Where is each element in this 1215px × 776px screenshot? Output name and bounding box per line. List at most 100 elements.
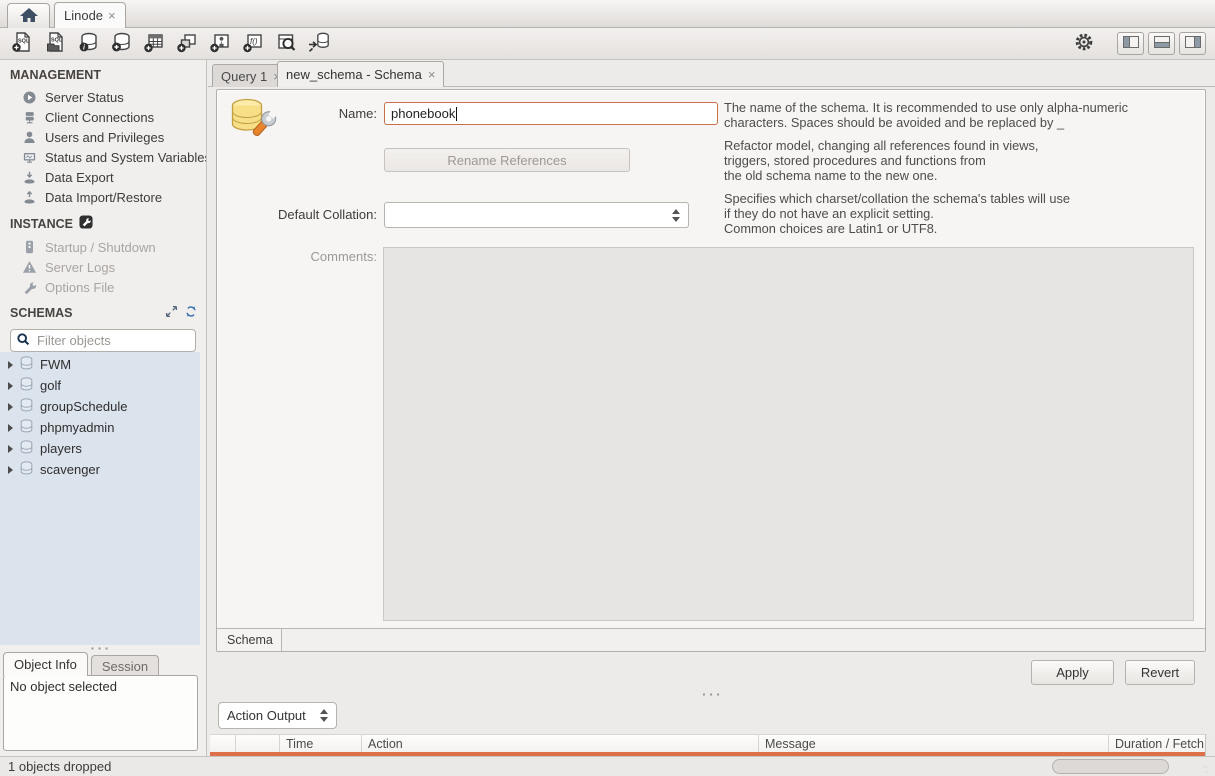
preferences-button[interactable] xyxy=(1069,31,1099,57)
column-status[interactable] xyxy=(210,735,236,752)
tab-new-schema[interactable]: new_schema - Schema × xyxy=(277,61,444,87)
sidebar-item-data-export[interactable]: Data Export xyxy=(0,167,206,187)
data-import-icon xyxy=(21,189,37,205)
schema-name-input[interactable]: phonebook xyxy=(384,102,718,125)
svg-text:f(): f() xyxy=(250,37,258,46)
editor-bottom-tabstrip: Schema xyxy=(217,628,1205,651)
new-sql-tab-button[interactable]: SQL xyxy=(5,30,38,58)
open-sql-script-button[interactable]: SQL xyxy=(38,30,71,58)
column-action[interactable]: Action xyxy=(362,735,759,752)
name-label: Name: xyxy=(217,106,377,121)
data-export-icon xyxy=(21,169,37,185)
reconnect-database-icon xyxy=(307,31,331,56)
sidebar-item-client-connections[interactable]: Client Connections xyxy=(0,107,206,127)
sidebar-item-server-logs[interactable]: Server Logs xyxy=(0,257,206,277)
expander-icon[interactable] xyxy=(8,403,13,411)
statusbar: 1 objects dropped ∙∙ ∙ xyxy=(0,756,1215,776)
create-schema-button[interactable] xyxy=(104,30,137,58)
apply-button[interactable]: Apply xyxy=(1031,660,1114,685)
toggle-bottom-panel-button[interactable] xyxy=(1148,32,1175,55)
svg-text:SQL: SQL xyxy=(18,39,30,45)
column-message[interactable]: Message xyxy=(759,735,1109,752)
output-vertical-scrollbar[interactable] xyxy=(1205,734,1215,756)
schema-inspector-button[interactable]: i xyxy=(71,30,104,58)
action-output-header: Time Action Message Duration / Fetch xyxy=(210,734,1205,752)
object-info-panel: No object selected xyxy=(3,675,198,751)
database-icon xyxy=(20,356,33,373)
schema-tree-item-phpmyadmin[interactable]: phpmyadmin xyxy=(0,417,200,438)
tab-object-info[interactable]: Object Info xyxy=(3,652,88,676)
sidebar-item-startup-shutdown[interactable]: Startup / Shutdown xyxy=(0,237,206,257)
client-connections-icon xyxy=(21,109,37,125)
tab-session[interactable]: Session xyxy=(91,655,159,676)
create-function-button[interactable]: f() xyxy=(236,30,269,58)
create-view-button[interactable] xyxy=(170,30,203,58)
expand-schemas-icon[interactable] xyxy=(165,305,178,321)
database-icon xyxy=(20,419,33,436)
close-icon[interactable]: × xyxy=(108,9,116,22)
refresh-schemas-icon[interactable] xyxy=(184,305,198,321)
column-duration[interactable]: Duration / Fetch xyxy=(1109,735,1205,752)
action-output-selector[interactable]: Action Output xyxy=(218,702,337,729)
tab-schema[interactable]: Schema xyxy=(217,629,282,651)
management-section-title: MANAGEMENT xyxy=(0,60,206,87)
home-tab[interactable] xyxy=(7,3,50,28)
expander-icon[interactable] xyxy=(8,445,13,453)
open-sql-script-icon: SQL xyxy=(44,31,66,56)
create-table-button[interactable] xyxy=(137,30,170,58)
toggle-left-sidebar-button[interactable] xyxy=(1117,32,1144,55)
sidebar-item-status-system-variables[interactable]: Status and System Variables xyxy=(0,147,206,167)
schema-inspector-icon: i xyxy=(77,31,99,56)
warning-icon xyxy=(21,259,37,275)
sidebar-item-options-file[interactable]: Options File xyxy=(0,277,206,297)
database-icon xyxy=(20,461,33,478)
statusbar-text: 1 objects dropped xyxy=(8,759,111,774)
new-sql-tab-icon: SQL xyxy=(11,31,33,56)
sidebar-item-users-privileges[interactable]: Users and Privileges xyxy=(0,127,206,147)
user-icon xyxy=(21,129,37,145)
column-time[interactable]: Time xyxy=(280,735,362,752)
schema-tree-item-players[interactable]: players xyxy=(0,438,200,459)
close-icon[interactable]: × xyxy=(428,68,436,81)
schema-tree-item-scavenger[interactable]: scavenger xyxy=(0,459,200,480)
create-table-icon xyxy=(143,31,165,56)
reconnect-database-button[interactable] xyxy=(302,30,335,58)
instance-wrench-icon xyxy=(79,215,93,232)
comments-textarea[interactable] xyxy=(383,247,1194,621)
connection-tab[interactable]: Linode × xyxy=(54,2,126,28)
column-index[interactable] xyxy=(236,735,280,752)
expander-icon[interactable] xyxy=(8,382,13,390)
wrench-icon xyxy=(21,279,37,295)
search-data-button[interactable] xyxy=(269,30,302,58)
schema-editor-icon xyxy=(227,96,279,147)
window-tabbar: Linode × xyxy=(0,0,1215,28)
output-splitter[interactable]: ▪ ▪ ▪ xyxy=(208,690,1215,698)
database-icon xyxy=(20,377,33,394)
search-icon xyxy=(16,332,31,350)
schema-tree-item-fwm[interactable]: FWM xyxy=(0,354,200,375)
schema-tree: FWM golf groupSchedule phpmyadmin player xyxy=(0,352,200,645)
schema-tree-item-golf[interactable]: golf xyxy=(0,375,200,396)
sidebar-item-data-import[interactable]: Data Import/Restore xyxy=(0,187,206,207)
toggle-right-sidebar-button[interactable] xyxy=(1179,32,1206,55)
horizontal-scrollbar-thumb[interactable] xyxy=(1052,759,1169,774)
collation-label: Default Collation: xyxy=(217,207,377,222)
search-data-icon xyxy=(275,31,297,56)
sidebar-item-server-status[interactable]: Server Status xyxy=(0,87,206,107)
expander-icon[interactable] xyxy=(8,361,13,369)
schema-filter-input[interactable] xyxy=(37,333,213,348)
resize-grip[interactable]: ∙∙ ∙ xyxy=(1203,764,1213,774)
revert-button[interactable]: Revert xyxy=(1125,660,1195,685)
connection-tab-label: Linode xyxy=(64,8,103,23)
sidebar-splitter[interactable]: ▪ ▪ ▪ xyxy=(0,645,200,652)
default-collation-combobox[interactable] xyxy=(384,202,689,228)
monitor-icon xyxy=(21,149,37,165)
expander-icon[interactable] xyxy=(8,466,13,474)
svg-text:SQL: SQL xyxy=(51,38,63,44)
comments-label: Comments: xyxy=(217,249,377,264)
expander-icon[interactable] xyxy=(8,424,13,432)
create-stored-procedure-button[interactable] xyxy=(203,30,236,58)
schema-tree-item-groupschedule[interactable]: groupSchedule xyxy=(0,396,200,417)
rename-references-button[interactable]: Rename References xyxy=(384,148,630,172)
main-toolbar: SQL SQL i f() xyxy=(0,28,1215,60)
